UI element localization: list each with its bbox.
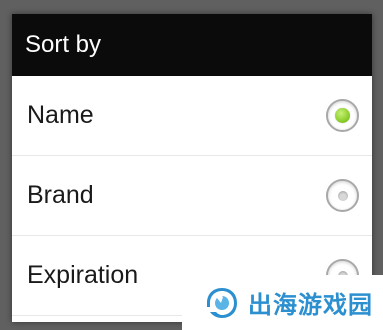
option-label: Name bbox=[27, 101, 94, 129]
option-label: Expiration bbox=[27, 261, 139, 289]
radio-dot bbox=[335, 108, 350, 123]
radio-dot bbox=[337, 190, 348, 201]
dialog-header: Sort by bbox=[12, 14, 372, 76]
sort-option-brand[interactable]: Brand bbox=[12, 156, 372, 236]
sort-option-name[interactable]: Name bbox=[12, 76, 372, 156]
watermark: 出海游戏园 bbox=[182, 275, 383, 330]
radio-button-selected[interactable] bbox=[326, 99, 359, 132]
radio-button[interactable] bbox=[326, 179, 359, 212]
watermark-logo-icon bbox=[207, 287, 237, 318]
dialog-title: Sort by bbox=[25, 31, 102, 58]
option-label: Brand bbox=[27, 181, 94, 209]
watermark-text: 出海游戏园 bbox=[248, 291, 373, 319]
